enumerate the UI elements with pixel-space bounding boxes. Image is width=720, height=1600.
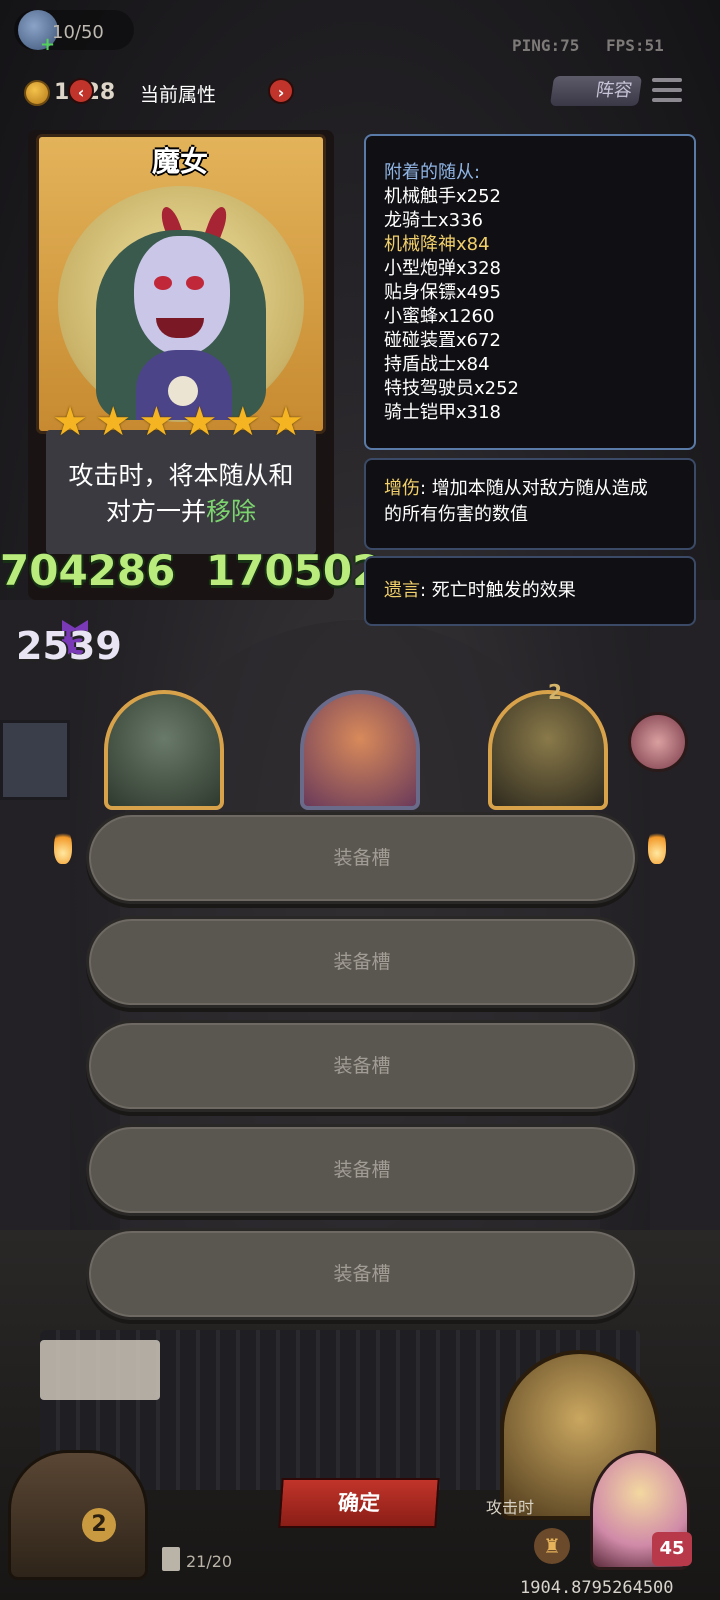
- damage-keyword-line2: 的所有伤害的数值: [384, 504, 528, 525]
- star-icon: ★: [181, 399, 218, 445]
- equipment-slot-label: 装备槽: [333, 1055, 391, 1077]
- damage-keyword-text: : 增加本随从对敌方随从造成: [420, 478, 648, 499]
- fps-readout: FPS:51: [606, 36, 664, 55]
- minion-level-badge: 2: [548, 680, 562, 704]
- damage-keyword: 增伤: [384, 478, 420, 499]
- ping-readout: PING:75: [512, 36, 580, 55]
- torch-right-icon: [648, 828, 666, 864]
- witch-eye-icon: [186, 276, 204, 290]
- slot-counter: 10/50: [52, 22, 104, 43]
- list-item: 机械降神x84: [384, 234, 490, 255]
- board-minion-card[interactable]: [104, 690, 224, 810]
- coordinate-readout: 1904.8795264500: [520, 1578, 674, 1598]
- health-badge: 45: [652, 1532, 692, 1566]
- attack-stat: 704286: [0, 546, 176, 595]
- deathrattle-keyword-line: 遗言: 死亡时触发的效果: [384, 578, 576, 604]
- equipment-slot[interactable]: 装备槽: [86, 1020, 638, 1112]
- list-item: 贴身保镖x495: [384, 282, 502, 303]
- star-icon: ★: [138, 399, 175, 445]
- list-item: 持盾战士x84: [384, 354, 490, 375]
- star-icon: ★: [52, 399, 88, 445]
- board-token-icon[interactable]: [628, 712, 688, 772]
- list-item: 特技驾驶员x252: [384, 378, 520, 399]
- chest-count-badge: 2: [82, 1508, 116, 1542]
- shield-stat: 2539: [16, 624, 122, 668]
- equipment-slot-label: 装备槽: [333, 1263, 391, 1285]
- hero-description-line2: 对方一并移除: [46, 492, 316, 528]
- next-page-button[interactable]: ›: [268, 78, 294, 104]
- board-minion-card[interactable]: [300, 690, 420, 810]
- equipment-slot[interactable]: 装备槽: [86, 812, 638, 904]
- list-item: 骑士铠甲x318: [384, 402, 502, 423]
- list-item: 龙骑士x336: [384, 210, 484, 231]
- deathrattle-keyword-text: : 死亡时触发的效果: [420, 580, 576, 601]
- witch-face: [134, 236, 230, 356]
- left-pillar: [0, 600, 70, 1300]
- equipment-slot[interactable]: 装备槽: [86, 1124, 638, 1216]
- torch-left-icon: [54, 828, 72, 864]
- star-icon: ★: [268, 399, 304, 445]
- list-item: 小型炮弹x328: [384, 258, 502, 279]
- deck-count: 21/20: [186, 1552, 233, 1571]
- star-icon: ★: [224, 399, 261, 445]
- hero-description-line1: 攻击时，将本随从和: [68, 461, 294, 490]
- equipment-slot-label: 装备槽: [333, 847, 391, 869]
- list-item: 机械触手x252: [384, 186, 502, 207]
- hamburger-menu-icon[interactable]: [652, 78, 682, 104]
- equipment-slot[interactable]: 装备槽: [86, 1228, 638, 1320]
- hero-hand-card-text: 攻击时: [486, 1498, 535, 1517]
- equipment-slot[interactable]: 装备槽: [86, 916, 638, 1008]
- hero-description-text: 对方一并: [105, 497, 206, 526]
- witch-eye-icon: [154, 276, 172, 290]
- bell-icon[interactable]: ♜: [534, 1528, 570, 1564]
- prev-page-button[interactable]: ‹: [68, 78, 94, 104]
- lineup-button[interactable]: 阵容: [549, 76, 643, 106]
- hero-star-rating: ★ ★ ★ ★ ★ ★: [50, 402, 306, 442]
- right-pillar: [650, 600, 720, 1300]
- equipment-slot-label: 装备槽: [333, 1159, 391, 1181]
- hero-name: 魔女: [151, 145, 208, 178]
- star-icon: ★: [95, 399, 132, 445]
- deck-cards[interactable]: [40, 1340, 160, 1400]
- gold-coin-icon: [24, 80, 50, 106]
- health-stat: 170502: [206, 546, 382, 595]
- player-portrait[interactable]: [0, 720, 70, 800]
- equipment-slot-label: 装备槽: [333, 951, 391, 973]
- list-item: 碰碰装置x672: [384, 330, 502, 351]
- damage-keyword-line1: 增伤: 增加本随从对敌方随从造成: [384, 476, 648, 502]
- attached-minions-header: 附着的随从:: [384, 162, 481, 183]
- treasure-chest-icon[interactable]: [8, 1450, 148, 1580]
- deathrattle-keyword: 遗言: [384, 580, 420, 601]
- confirm-button[interactable]: 确定: [278, 1478, 440, 1528]
- remove-keyword: 移除: [206, 497, 257, 526]
- current-attributes-title: 当前属性: [140, 84, 217, 106]
- card-stack-icon: [162, 1547, 180, 1571]
- list-item: 小蜜蜂x1260: [384, 306, 495, 327]
